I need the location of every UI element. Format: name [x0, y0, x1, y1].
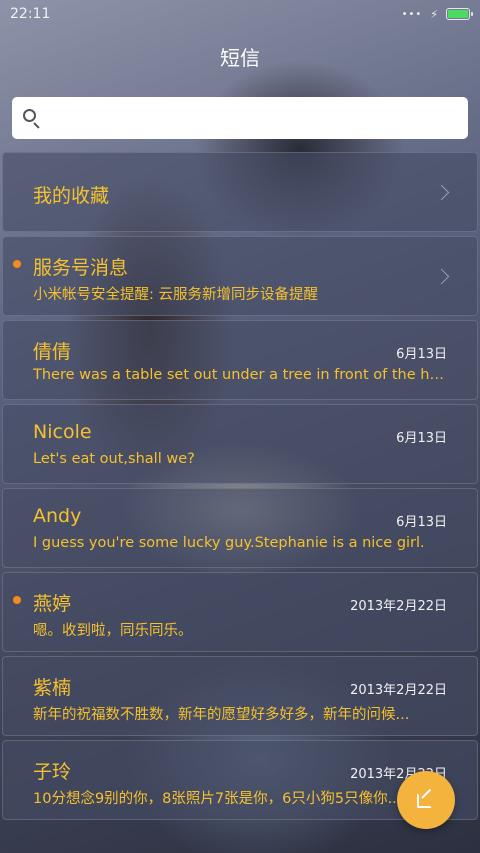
contact-name: Andy — [33, 505, 82, 527]
status-time: 22:11 — [10, 6, 51, 22]
signal-icon: ••• — [401, 8, 423, 20]
contact-name: 倩倩 — [33, 341, 72, 363]
contact-name: 紫楠 — [33, 677, 72, 699]
conversation-item[interactable]: 燕婷 2013年2月22日 嗯。收到啦，同乐同乐。 — [2, 572, 478, 652]
status-bar: 22:11 ••• ⚡ — [0, 0, 480, 28]
unread-dot — [13, 596, 21, 604]
unread-dot — [13, 260, 21, 268]
compose-button[interactable] — [397, 771, 455, 829]
message-date: 6月13日 — [396, 515, 447, 530]
service-name: 服务号消息 — [33, 257, 129, 279]
status-icons: ••• ⚡ — [401, 7, 473, 21]
favorites-label: 我的收藏 — [33, 185, 110, 207]
message-date: 2013年2月22日 — [350, 599, 447, 614]
message-date: 6月13日 — [396, 431, 447, 446]
conversation-item[interactable]: 倩倩 6月13日 There was a table set out under… — [2, 320, 478, 400]
message-date: 2013年2月22日 — [350, 683, 447, 698]
search-icon — [22, 108, 42, 129]
chevron-right-icon — [433, 268, 450, 285]
contact-name: 子玲 — [33, 761, 72, 783]
search-input[interactable] — [50, 109, 450, 127]
contact-name: 燕婷 — [33, 593, 72, 615]
compose-icon — [417, 788, 435, 809]
message-preview: I guess you're some lucky guy.Stephanie … — [33, 535, 425, 551]
service-messages-item[interactable]: 服务号消息 小米帐号安全提醒: 云服务新增同步设备提醒 — [2, 236, 478, 316]
page-title: 短信 — [220, 46, 260, 70]
conversation-item[interactable]: 紫楠 2013年2月22日 新年的祝福数不胜数，新年的愿望好多好多，新年的问候.… — [2, 656, 478, 736]
battery-icon — [446, 8, 473, 20]
message-date: 6月13日 — [396, 347, 447, 362]
message-preview: 新年的祝福数不胜数，新年的愿望好多好多，新年的问候... — [33, 707, 410, 723]
charging-icon: ⚡ — [430, 7, 438, 21]
message-preview: 嗯。收到啦，同乐同乐。 — [33, 623, 193, 639]
message-preview: There was a table set out under a tree i… — [33, 367, 449, 383]
message-preview: 10分想念9别的你，8张照片7张是你，6只小狗5只像你... — [33, 791, 402, 807]
contact-name: Nicole — [33, 421, 92, 443]
message-preview: Let's eat out,shall we? — [33, 451, 195, 467]
conversation-item[interactable]: Nicole 6月13日 Let's eat out,shall we? — [2, 404, 478, 484]
conversation-item[interactable]: Andy 6月13日 I guess you're some lucky guy… — [2, 488, 478, 568]
service-preview: 小米帐号安全提醒: 云服务新增同步设备提醒 — [33, 287, 318, 303]
search-bar[interactable] — [12, 97, 468, 139]
battery-level — [448, 10, 468, 18]
chevron-right-icon — [433, 184, 450, 201]
favorites-item[interactable]: 我的收藏 — [2, 152, 478, 232]
